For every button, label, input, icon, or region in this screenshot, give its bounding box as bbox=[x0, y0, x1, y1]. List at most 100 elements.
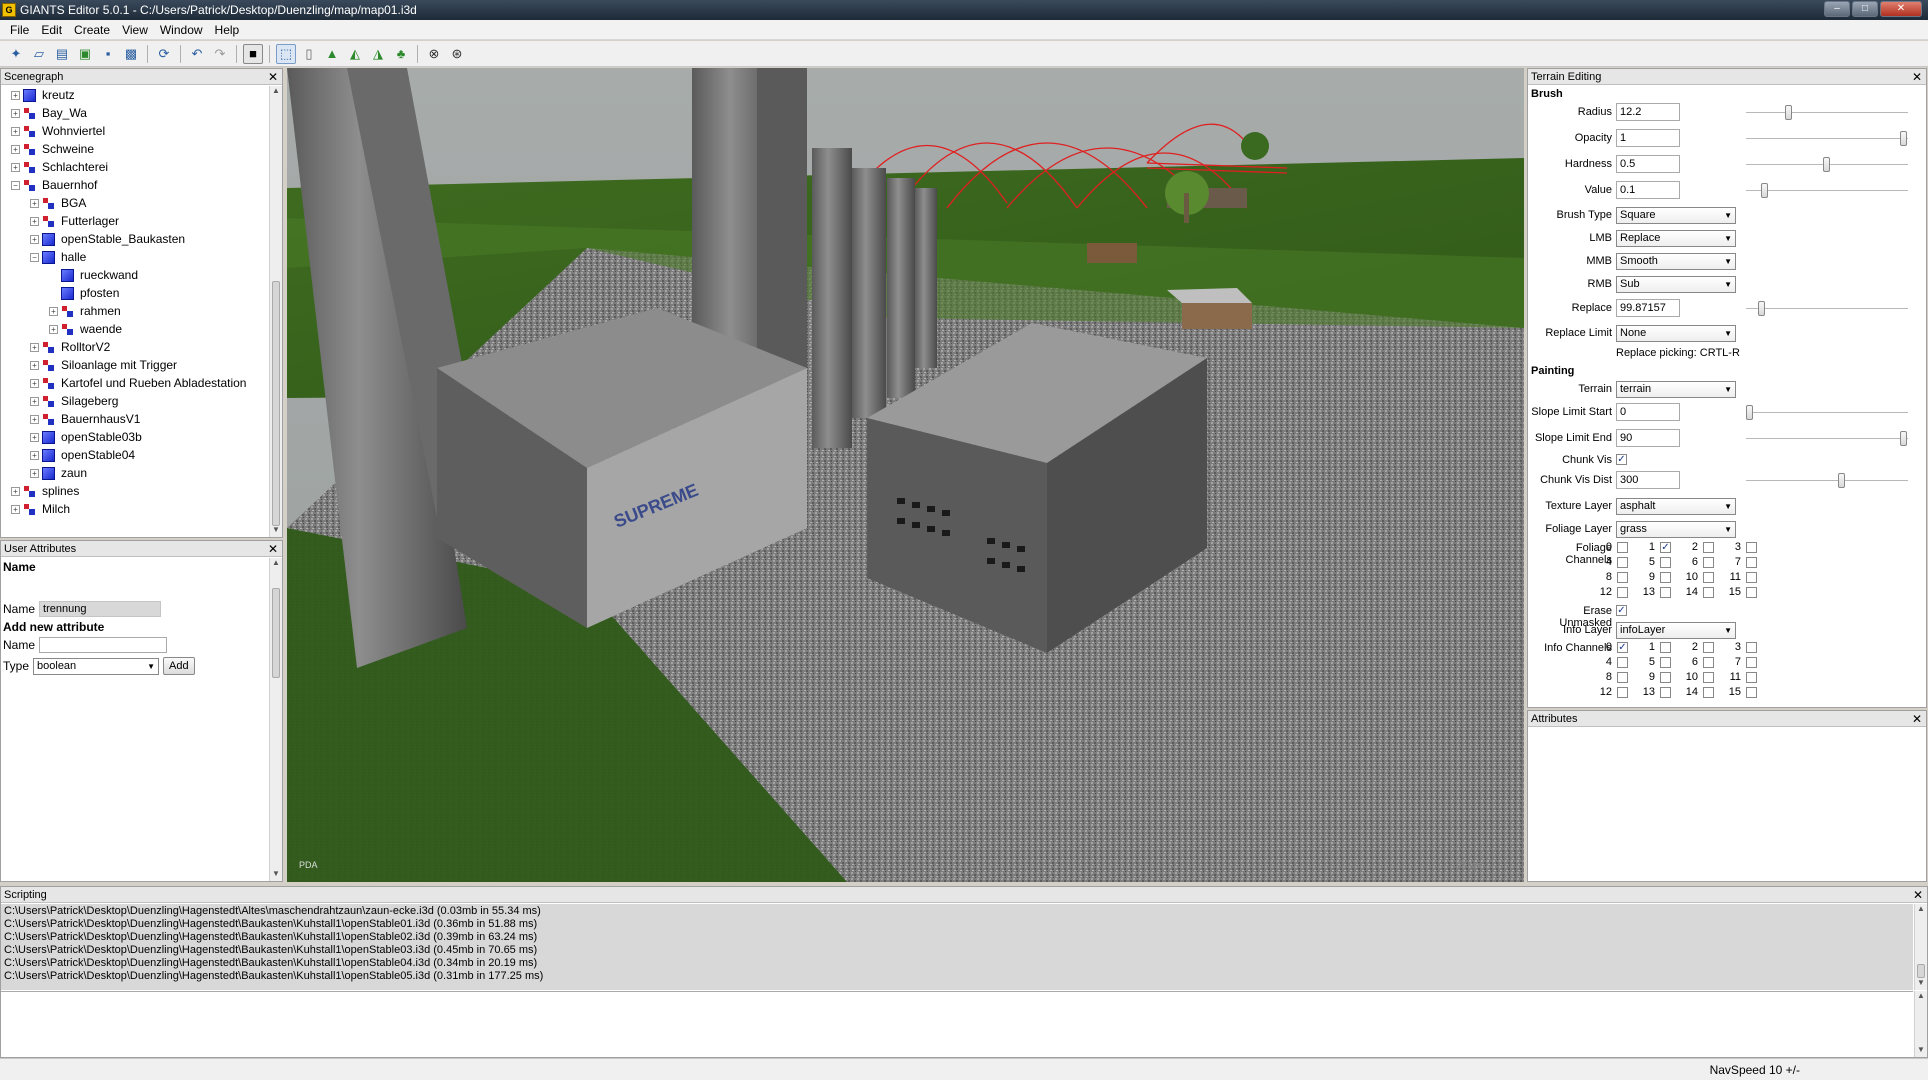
scenegraph-node[interactable]: + openStable04 bbox=[1, 446, 268, 464]
channel-checkbox[interactable] bbox=[1617, 672, 1628, 683]
expand-icon[interactable]: + bbox=[49, 324, 58, 334]
menu-file[interactable]: File bbox=[4, 23, 35, 37]
scroll-up-icon[interactable]: ▲ bbox=[1915, 904, 1927, 916]
close-panel-icon[interactable]: ✕ bbox=[1913, 887, 1923, 903]
hardness-input[interactable]: 0.5 bbox=[1616, 155, 1680, 173]
channel-checkbox[interactable] bbox=[1703, 572, 1714, 583]
slope-start-slider[interactable] bbox=[1746, 405, 1908, 420]
scenegraph-node[interactable]: + Bay_Wa bbox=[1, 104, 268, 122]
scenegraph-node[interactable]: + kreutz bbox=[1, 86, 268, 104]
channel-checkbox[interactable] bbox=[1746, 542, 1757, 553]
scenegraph-node[interactable]: − Bauernhof bbox=[1, 176, 268, 194]
slider-handle[interactable] bbox=[1746, 405, 1753, 420]
scroll-up-icon[interactable]: ▲ bbox=[270, 558, 282, 570]
scroll-down-icon[interactable]: ▼ bbox=[1915, 978, 1927, 990]
expand-icon[interactable]: + bbox=[30, 216, 39, 226]
menu-window[interactable]: Window bbox=[154, 23, 209, 37]
channel-checkbox[interactable]: ✓ bbox=[1617, 642, 1628, 653]
channel-checkbox[interactable] bbox=[1660, 557, 1671, 568]
close-panel-icon[interactable]: ✕ bbox=[268, 541, 278, 557]
channel-checkbox[interactable] bbox=[1617, 557, 1628, 568]
opacity-input[interactable]: 1 bbox=[1616, 129, 1680, 147]
scenegraph-node[interactable]: + splines bbox=[1, 482, 268, 500]
menu-help[interactable]: Help bbox=[209, 23, 246, 37]
save-all-icon[interactable]: ▩ bbox=[121, 44, 141, 64]
channel-checkbox[interactable] bbox=[1617, 542, 1628, 553]
channel-checkbox[interactable] bbox=[1660, 687, 1671, 698]
channel-checkbox[interactable] bbox=[1617, 587, 1628, 598]
lmb-select[interactable]: Replace bbox=[1616, 230, 1736, 247]
expand-icon[interactable]: + bbox=[11, 504, 20, 514]
maximize-button[interactable]: □ bbox=[1852, 1, 1878, 17]
terrain-paint-icon[interactable]: ◭ bbox=[345, 44, 365, 64]
chunk-vis-dist-slider[interactable] bbox=[1746, 473, 1908, 488]
erase-unmasked-checkbox[interactable]: ✓ bbox=[1616, 605, 1627, 616]
user-attributes-scrollbar[interactable]: ▲ ▼ bbox=[269, 558, 282, 881]
slider-handle[interactable] bbox=[1784, 105, 1792, 120]
channel-checkbox[interactable] bbox=[1746, 587, 1757, 598]
channel-checkbox[interactable] bbox=[1703, 687, 1714, 698]
channel-checkbox[interactable] bbox=[1746, 572, 1757, 583]
menu-edit[interactable]: Edit bbox=[35, 23, 68, 37]
terrain-sculpt-icon[interactable]: ▲ bbox=[322, 44, 342, 64]
minimize-button[interactable]: – bbox=[1824, 1, 1850, 17]
rotate-icon[interactable]: ⊛ bbox=[447, 44, 467, 64]
expand-icon[interactable]: + bbox=[11, 126, 20, 136]
scenegraph-node[interactable]: pfosten bbox=[1, 284, 268, 302]
channel-checkbox[interactable]: ✓ bbox=[1660, 542, 1671, 553]
expand-icon[interactable]: + bbox=[30, 468, 39, 478]
open-icon[interactable]: ▱ bbox=[29, 44, 49, 64]
scenegraph-node[interactable]: + BauernhausV1 bbox=[1, 410, 268, 428]
select-icon[interactable]: ⬚ bbox=[276, 43, 296, 64]
channel-checkbox[interactable] bbox=[1746, 672, 1757, 683]
expand-icon[interactable]: + bbox=[11, 162, 20, 172]
chunk-vis-dist-input[interactable]: 300 bbox=[1616, 471, 1680, 489]
add-attribute-button[interactable]: Add bbox=[163, 657, 195, 675]
refresh-icon[interactable]: ⟳ bbox=[154, 44, 174, 64]
slider-handle[interactable] bbox=[1900, 431, 1907, 446]
rmb-select[interactable]: Sub bbox=[1616, 276, 1736, 293]
scenegraph-node[interactable]: + openStable03b bbox=[1, 428, 268, 446]
expand-icon[interactable]: + bbox=[30, 450, 39, 460]
script-log-scrollbar[interactable]: ▲ ▼ bbox=[1914, 904, 1927, 990]
scenegraph-node[interactable]: + Siloanlage mit Trigger bbox=[1, 356, 268, 374]
expand-icon[interactable]: + bbox=[11, 108, 20, 118]
scenegraph-node[interactable]: + rahmen bbox=[1, 302, 268, 320]
scenegraph-node[interactable]: + Silageberg bbox=[1, 392, 268, 410]
scenegraph-node[interactable]: + Schlachterei bbox=[1, 158, 268, 176]
script-input[interactable] bbox=[1, 991, 1913, 1057]
scroll-down-icon[interactable]: ▼ bbox=[270, 525, 282, 537]
texture-layer-select[interactable]: asphalt bbox=[1616, 498, 1736, 515]
close-panel-icon[interactable]: ✕ bbox=[268, 69, 278, 85]
scroll-up-icon[interactable]: ▲ bbox=[1915, 991, 1927, 1003]
brush-type-select[interactable]: Square bbox=[1616, 207, 1736, 224]
slope-start-input[interactable]: 0 bbox=[1616, 403, 1680, 421]
scenegraph-node[interactable]: + BGA bbox=[1, 194, 268, 212]
expand-icon[interactable]: + bbox=[30, 342, 39, 352]
save-icon[interactable]: ▪ bbox=[98, 44, 118, 64]
scroll-down-icon[interactable]: ▼ bbox=[1915, 1045, 1927, 1057]
scenegraph-node[interactable]: + Wohnviertel bbox=[1, 122, 268, 140]
import-icon[interactable]: ▤ bbox=[52, 44, 72, 64]
expand-icon[interactable]: + bbox=[30, 198, 39, 208]
expand-icon[interactable]: + bbox=[30, 234, 39, 244]
foliage-paint-icon[interactable]: ♣ bbox=[391, 44, 411, 64]
slider-handle[interactable] bbox=[1838, 473, 1846, 488]
expand-icon[interactable]: + bbox=[11, 90, 20, 100]
node-name-field[interactable]: trennung bbox=[39, 601, 162, 617]
channel-checkbox[interactable] bbox=[1746, 657, 1757, 668]
transform-icon[interactable]: ⊗ bbox=[424, 44, 444, 64]
expand-icon[interactable]: + bbox=[30, 360, 39, 370]
channel-checkbox[interactable] bbox=[1746, 642, 1757, 653]
collapse-icon[interactable]: − bbox=[30, 252, 39, 262]
channel-checkbox[interactable] bbox=[1703, 657, 1714, 668]
scrollbar-thumb[interactable] bbox=[1917, 964, 1925, 978]
3d-viewport[interactable]: SUPREME PDA 27 fps bbox=[287, 68, 1524, 882]
undo-icon[interactable]: ↶ bbox=[187, 44, 207, 64]
new-icon[interactable]: ✦ bbox=[6, 44, 26, 64]
slider-handle[interactable] bbox=[1823, 157, 1830, 172]
menu-create[interactable]: Create bbox=[68, 23, 116, 37]
scenegraph-node[interactable]: + RolltorV2 bbox=[1, 338, 268, 356]
chunk-vis-checkbox[interactable]: ✓ bbox=[1616, 454, 1627, 465]
slope-end-slider[interactable] bbox=[1746, 431, 1908, 446]
